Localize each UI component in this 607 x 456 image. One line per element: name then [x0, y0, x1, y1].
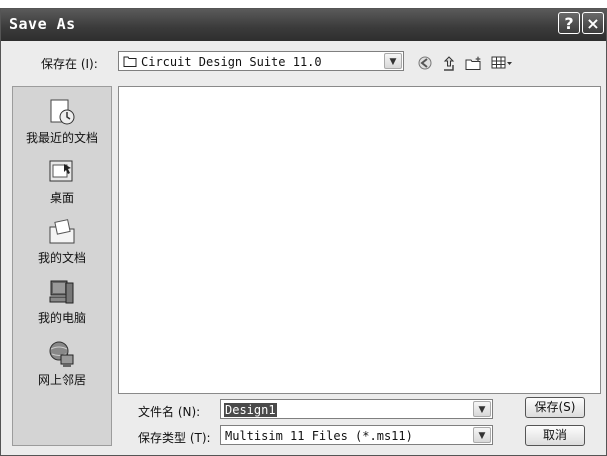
place-label: 我的电脑	[37, 311, 86, 325]
help-button[interactable]: ?	[558, 12, 580, 34]
place-label: 我最近的文档	[25, 131, 98, 145]
views-menu-icon[interactable]	[491, 55, 513, 71]
network-places-icon	[49, 341, 74, 367]
place-recent-documents[interactable]: 我最近的文档	[13, 97, 111, 146]
place-label: 我的文档	[37, 251, 86, 265]
filename-value: Design1	[224, 403, 277, 417]
place-label: 网上邻居	[37, 373, 86, 387]
place-my-computer[interactable]: 我的电脑	[13, 277, 111, 326]
save-as-dialog: Save As ? × 保存在 (I): Circuit Design Suit…	[0, 8, 607, 456]
places-bar: 我最近的文档 桌面 我的文档 我的电脑 网上邻居	[12, 86, 112, 446]
filetype-value: Multisim 11 Files (*.ms11)	[225, 429, 413, 443]
filetype-dropdown[interactable]: Multisim 11 Files (*.ms11) ▼	[220, 425, 493, 445]
folder-icon	[123, 56, 137, 67]
my-computer-icon	[49, 280, 74, 304]
filename-field[interactable]: Design1 ▼	[220, 399, 493, 419]
my-documents-icon	[49, 219, 75, 244]
filetype-label: 保存类型 (T):	[138, 431, 211, 445]
back-icon[interactable]	[417, 55, 433, 71]
chevron-down-icon[interactable]: ▼	[473, 401, 491, 417]
recent-documents-icon	[50, 99, 75, 125]
cancel-button[interactable]: 取消	[525, 425, 585, 446]
chevron-down-icon[interactable]: ▼	[473, 427, 491, 443]
place-desktop[interactable]: 桌面	[13, 157, 111, 206]
place-label: 桌面	[49, 191, 74, 205]
close-button[interactable]: ×	[582, 12, 604, 34]
new-folder-icon[interactable]	[465, 55, 483, 71]
save-button[interactable]: 保存(S)	[525, 397, 585, 418]
desktop-icon	[49, 160, 73, 182]
file-list[interactable]	[118, 86, 601, 394]
filename-label: 文件名 (N):	[138, 405, 201, 419]
save-in-value: Circuit Design Suite 11.0	[141, 55, 322, 69]
dialog-title: Save As	[9, 15, 76, 33]
place-network[interactable]: 网上邻居	[13, 339, 111, 388]
place-my-documents[interactable]: 我的文档	[13, 217, 111, 266]
save-in-label: 保存在 (I):	[41, 57, 98, 71]
chevron-down-icon[interactable]: ▼	[384, 53, 402, 69]
save-in-dropdown[interactable]: Circuit Design Suite 11.0 ▼	[118, 51, 404, 71]
title-bar: Save As ? ×	[1, 9, 606, 41]
up-folder-icon[interactable]	[441, 55, 457, 71]
